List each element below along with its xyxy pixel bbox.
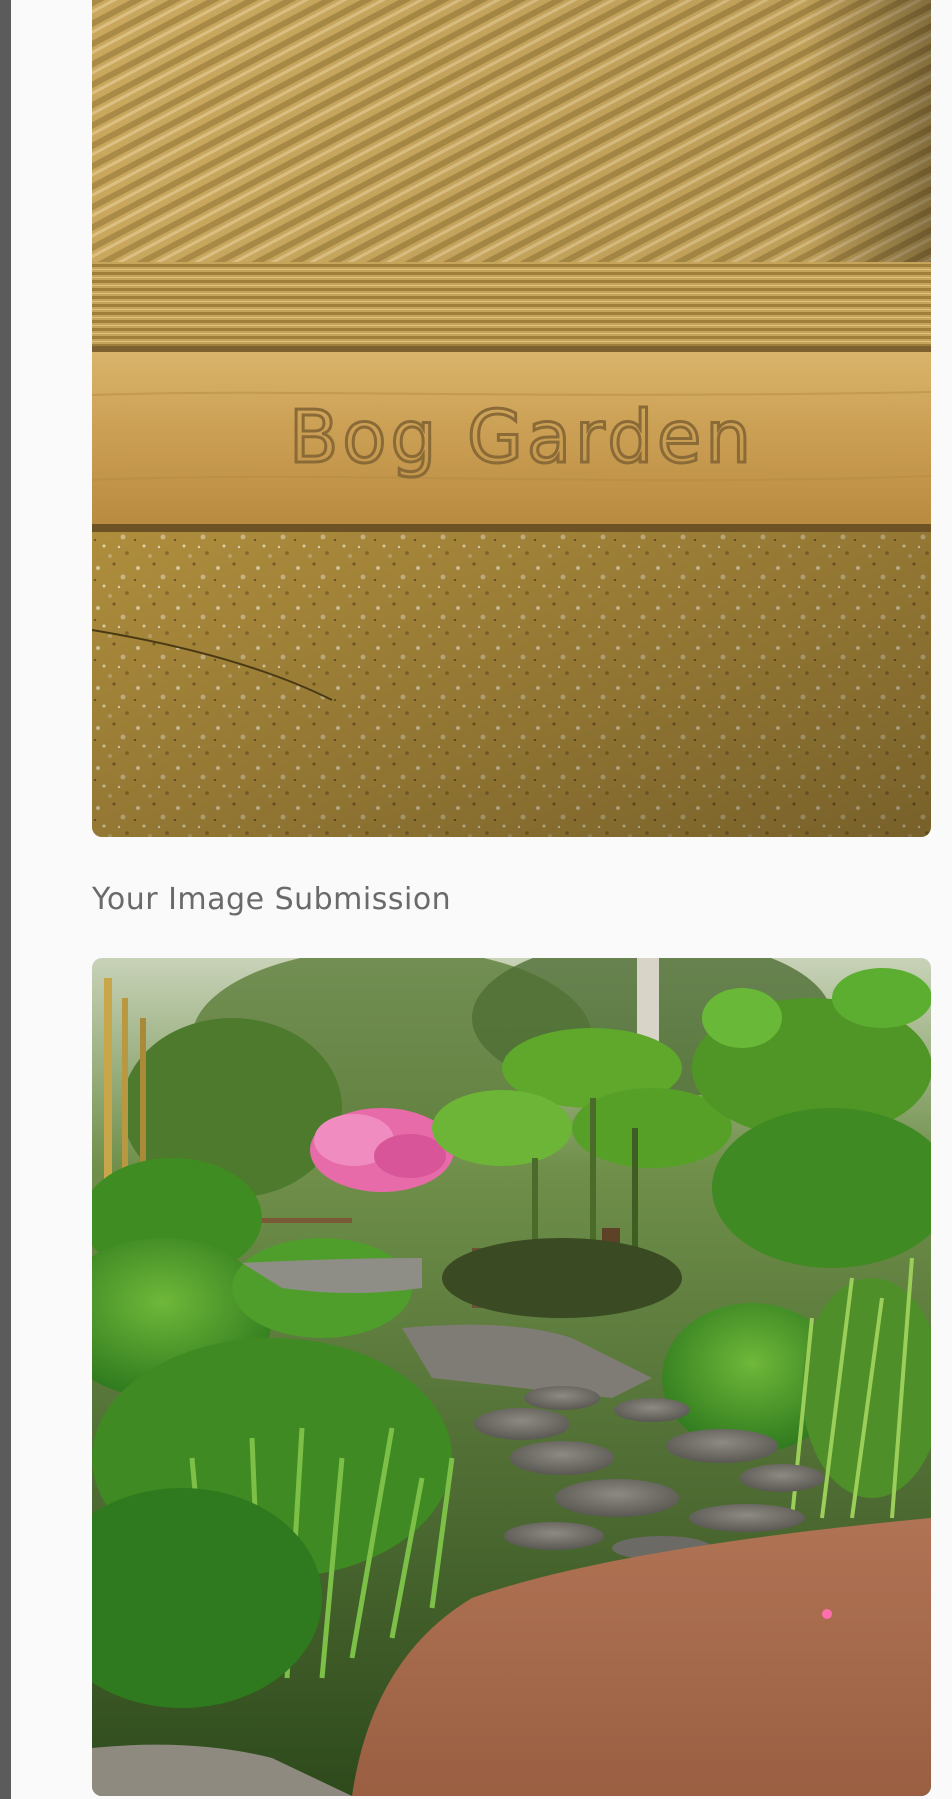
submission-heading: Your Image Submission (92, 882, 452, 917)
reference-image: Bog Garden (92, 0, 931, 837)
reference-image-graphic: Bog Garden (92, 0, 931, 837)
submitted-image-graphic (92, 958, 931, 1796)
submitted-image[interactable] (92, 958, 931, 1796)
engraved-text: Bog Garden (289, 395, 755, 479)
left-scroll-rail (0, 0, 11, 1799)
